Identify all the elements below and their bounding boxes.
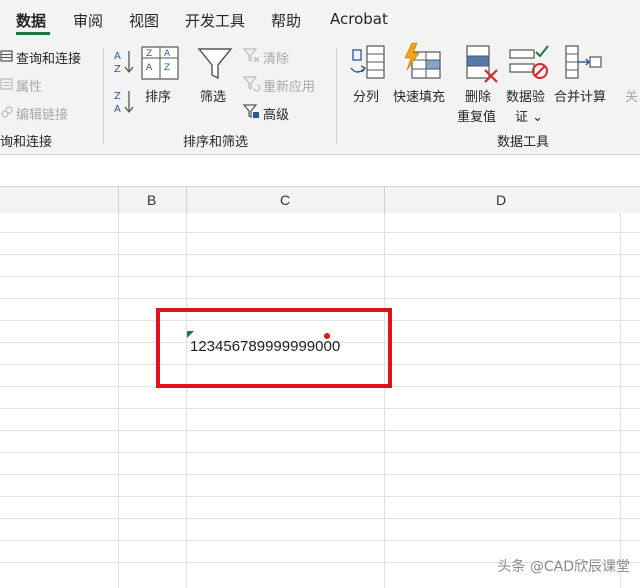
text-to-columns-button[interactable]: 分列 xyxy=(353,86,379,105)
relationships-button[interactable]: 关 xyxy=(625,86,638,105)
sort-dialog-icon: Z A A Z xyxy=(141,46,179,80)
column-divider xyxy=(118,187,119,213)
svg-text:A: A xyxy=(114,104,121,115)
group-separator xyxy=(336,48,337,144)
data-tools-group-label: 数据工具 xyxy=(497,135,550,150)
connections-group-label: 询和连接 xyxy=(0,135,53,150)
active-tab-indicator xyxy=(16,32,50,35)
group-separator xyxy=(103,48,104,144)
sort-button[interactable]: 排序 xyxy=(145,86,171,105)
svg-text:A: A xyxy=(164,49,171,59)
svg-text:A: A xyxy=(146,63,153,73)
clear-filter-icon xyxy=(243,48,260,63)
watermark: 头条 @CAD欣辰课堂 xyxy=(497,559,630,575)
column-divider xyxy=(186,187,187,213)
sort-ascending-icon[interactable]: A Z xyxy=(112,48,136,76)
edit-links-icon xyxy=(1,106,13,118)
svg-text:Z: Z xyxy=(164,63,170,73)
tab-data[interactable]: 数据 xyxy=(16,10,46,31)
tab-review[interactable]: 审阅 xyxy=(73,10,103,31)
highlight-box xyxy=(156,308,392,388)
spreadsheet-grid[interactable] xyxy=(0,213,640,588)
ribbon: 查询和连接 属性 编辑链接 询和连接 A Z Z A Z A A Z 排序 筛选 xyxy=(0,36,640,155)
clear-button[interactable]: 清除 xyxy=(263,48,289,67)
remove-duplicates-button[interactable]: 删除 xyxy=(465,86,491,105)
data-validation-dropdown[interactable]: 证 ⌄ xyxy=(515,106,543,125)
filter-funnel-icon xyxy=(197,48,233,80)
remove-duplicates-icon xyxy=(466,45,498,83)
column-headers: B C D xyxy=(0,186,640,214)
reapply-icon xyxy=(243,76,261,92)
queries-connections-button[interactable]: 查询和连接 xyxy=(16,48,81,67)
svg-text:Z: Z xyxy=(146,49,152,59)
properties-icon xyxy=(0,78,13,90)
data-validation-icon xyxy=(509,45,549,79)
sort-filter-group-label: 排序和筛选 xyxy=(183,135,249,150)
reapply-button[interactable]: 重新应用 xyxy=(263,76,315,95)
flash-fill-icon xyxy=(404,42,441,79)
data-validation-button[interactable]: 数据验 xyxy=(506,86,545,105)
ribbon-tabs: 数据 审阅 视图 开发工具 帮助 Acrobat xyxy=(0,0,640,36)
advanced-button[interactable]: 高级 xyxy=(263,104,289,123)
tab-view[interactable]: 视图 xyxy=(129,10,159,31)
column-divider xyxy=(384,187,385,213)
flash-fill-button[interactable]: 快速填充 xyxy=(393,86,445,105)
edit-links-button[interactable]: 编辑链接 xyxy=(16,104,68,123)
properties-button[interactable]: 属性 xyxy=(16,76,42,95)
consolidate-button[interactable]: 合并计算 xyxy=(554,86,606,105)
text-to-columns-icon xyxy=(350,45,385,79)
filter-button[interactable]: 筛选 xyxy=(200,86,226,105)
column-header-d[interactable]: D xyxy=(496,192,506,208)
svg-text:A: A xyxy=(114,51,121,62)
remove-duplicates-label-line2: 重复值 xyxy=(457,110,497,125)
queries-connections-icon xyxy=(0,50,13,62)
column-header-c[interactable]: C xyxy=(280,192,290,208)
tab-acrobat[interactable]: Acrobat xyxy=(330,10,388,28)
tab-developer[interactable]: 开发工具 xyxy=(185,10,245,31)
consolidate-icon xyxy=(565,45,602,79)
tab-help[interactable]: 帮助 xyxy=(271,10,301,31)
svg-text:Z: Z xyxy=(114,91,121,102)
sort-descending-icon[interactable]: Z A xyxy=(112,88,136,116)
advanced-filter-icon xyxy=(243,104,259,118)
formula-bar-area xyxy=(0,155,640,185)
svg-text:Z: Z xyxy=(114,64,121,75)
column-header-b[interactable]: B xyxy=(147,192,156,208)
